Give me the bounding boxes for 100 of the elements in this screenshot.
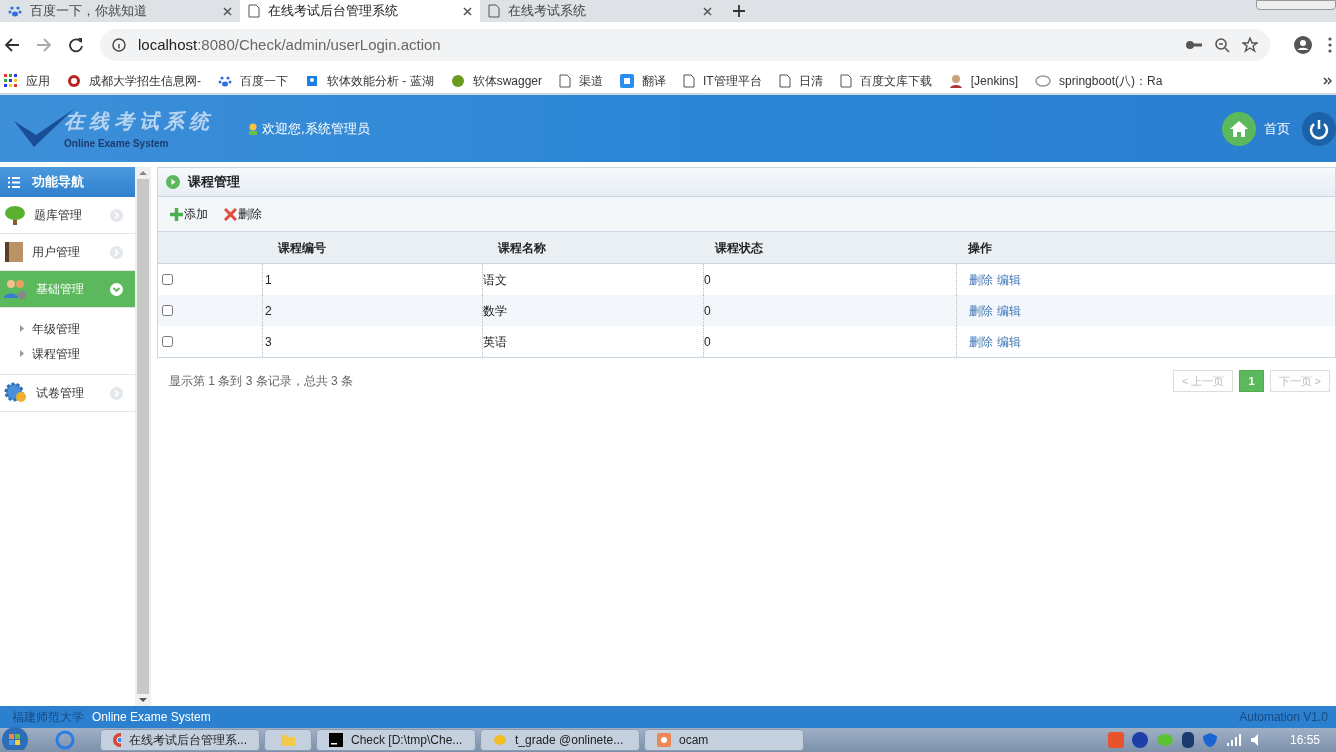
page-icon <box>839 73 852 88</box>
bookmark[interactable]: 日清 <box>778 71 823 90</box>
table-cell-text: 1 <box>265 271 272 289</box>
shield-icon[interactable] <box>1201 732 1218 748</box>
signal-icon[interactable] <box>1225 733 1242 747</box>
add-button[interactable]: 添加 <box>170 205 208 223</box>
folder-icon <box>280 733 296 747</box>
start-icon[interactable] <box>0 726 30 750</box>
table-cell-text: 2 <box>265 302 272 320</box>
tree-icon <box>4 204 26 226</box>
sidebar-item[interactable]: 题库管理 <box>0 197 135 234</box>
more-bookmarks-icon[interactable] <box>1323 76 1332 85</box>
new-tab-icon[interactable] <box>732 4 746 18</box>
sidebar-subitem[interactable]: 年级管理 <box>0 316 135 341</box>
home-icon <box>1222 111 1256 146</box>
delete-link[interactable]: 删除 <box>969 301 993 320</box>
column-header: 课程状态 <box>715 240 763 255</box>
info-icon <box>112 38 126 52</box>
bookmark[interactable]: 软体效能分析 - 蓝湖 <box>305 71 434 90</box>
back-icon[interactable] <box>4 37 20 53</box>
footer-version: Automation V1.0 <box>1239 709 1329 726</box>
close-icon[interactable] <box>223 6 232 16</box>
taskbar-button[interactable]: 在线考试后台管理系... <box>100 729 260 751</box>
reload-icon[interactable] <box>68 37 84 53</box>
cross-icon <box>224 207 237 221</box>
delete-link[interactable]: 删除 <box>969 332 993 351</box>
footer-system: Online Exame System <box>92 709 211 726</box>
delete-button[interactable]: 删除 <box>224 205 262 223</box>
table-cell-text: 0 <box>704 333 711 351</box>
column-header: 课程名称 <box>498 240 546 255</box>
sidebar-subitem[interactable]: 课程管理 <box>0 341 135 366</box>
chevron-down-icon <box>110 282 123 296</box>
edit-link[interactable]: 编辑 <box>997 301 1021 320</box>
menu-icon[interactable] <box>1328 37 1332 53</box>
bookmark[interactable]: 应用 <box>4 71 50 90</box>
bookmark[interactable]: 百度一下 <box>218 71 288 90</box>
delete-link[interactable]: 删除 <box>969 270 993 289</box>
footer-university: 福建师范大学 <box>11 709 84 726</box>
browser-tab[interactable]: 在线考试系统 <box>480 0 720 22</box>
row-checkbox[interactable] <box>162 274 173 285</box>
play-icon <box>166 175 180 189</box>
browser-tab[interactable]: 在线考试后台管理系统 <box>240 0 480 22</box>
zoom-out-icon[interactable] <box>1214 37 1230 53</box>
power-icon[interactable] <box>1302 111 1336 146</box>
book-icon <box>4 241 24 263</box>
edit-link[interactable]: 编辑 <box>997 332 1021 351</box>
sidebar-item[interactable]: 试卷管理 <box>0 375 135 412</box>
person-icon <box>948 73 963 88</box>
address-field[interactable]: localhost:8080/Check/admin/userLogin.action <box>100 29 1270 61</box>
user-icon <box>248 122 258 135</box>
caret-icon <box>20 325 24 332</box>
bookmark[interactable]: springboot(八)：Ra <box>1035 71 1163 90</box>
taskbar-button[interactable]: t_grade @onlinete... <box>480 729 640 751</box>
taskbar-button[interactable]: ocam <box>644 729 804 751</box>
account-icon[interactable] <box>1294 36 1312 54</box>
column-header: 课程编号 <box>278 240 326 255</box>
taskbar-button[interactable]: Check [D:\tmp\Che... <box>316 729 476 751</box>
logo-subtitle: Online Exame System <box>64 137 170 151</box>
page-icon <box>559 73 572 88</box>
bookmark[interactable]: IT管理平台 <box>683 71 762 90</box>
table-cell-text: 数学 <box>483 302 507 320</box>
table-cell-text: 英语 <box>483 333 507 351</box>
panel-header: 课程管理 <box>157 167 1336 197</box>
close-icon[interactable] <box>463 6 472 16</box>
list-icon <box>8 176 20 188</box>
browser-tab[interactable]: 百度一下，你就知道 <box>0 0 240 22</box>
edit-link[interactable]: 编辑 <box>997 270 1021 289</box>
table-cell-text: 语文 <box>483 271 507 289</box>
close-icon[interactable] <box>703 6 712 16</box>
clock: 16:55 <box>1289 732 1320 749</box>
scrollbar[interactable] <box>135 167 151 706</box>
table-cell-text: 0 <box>704 302 711 320</box>
column-header: 操作 <box>968 240 992 255</box>
home-button[interactable]: 首页 <box>1222 111 1290 146</box>
page-icon <box>248 4 260 18</box>
row-checkbox[interactable] <box>162 305 173 316</box>
plus-icon <box>170 207 183 221</box>
bookmark[interactable]: 软体swagger <box>450 71 543 90</box>
table-cell-text: 3 <box>265 333 272 351</box>
bookmark[interactable]: [Jenkins] <box>948 71 1019 90</box>
row-checkbox[interactable] <box>162 336 173 347</box>
ide-icon <box>329 733 343 747</box>
circle-icon <box>67 73 81 88</box>
bookmark[interactable]: 翻译 <box>620 71 667 90</box>
forward-icon[interactable] <box>36 37 52 53</box>
star-icon[interactable] <box>1242 37 1258 53</box>
page-icon <box>488 4 500 18</box>
window-controls[interactable] <box>1256 0 1336 10</box>
welcome-text: 欢迎您,系统管理员 <box>262 119 370 138</box>
page-icon <box>778 73 791 88</box>
paw-icon <box>8 4 22 18</box>
table-cell-text: 0 <box>704 271 711 289</box>
chevron-right-icon <box>110 245 123 259</box>
chevron-right-icon <box>110 208 123 222</box>
apps-icon <box>4 73 18 88</box>
bookmark[interactable]: 成都大学招生信息网- <box>67 71 201 90</box>
bookmark[interactable]: 渠道 <box>559 71 604 90</box>
bookmark[interactable]: 百度文库下载 <box>839 71 932 90</box>
key-icon[interactable] <box>1186 40 1202 50</box>
logo-title: 在线考试系统 <box>64 109 214 134</box>
